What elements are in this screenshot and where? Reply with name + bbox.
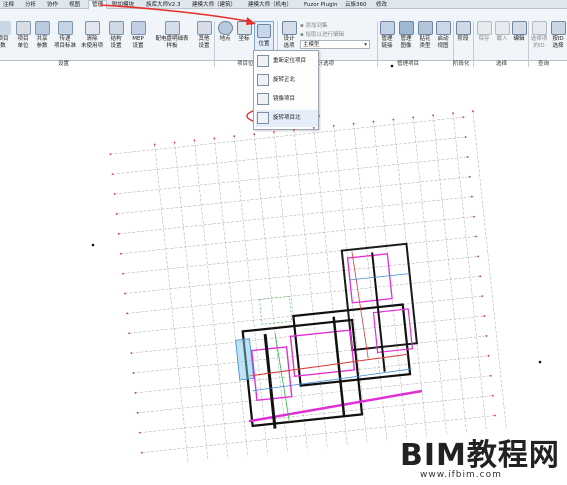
grid-bubble	[332, 124, 335, 127]
grid-bubble	[479, 275, 482, 278]
drawing-canvas[interactable]	[0, 62, 567, 485]
grid-bubble	[138, 431, 141, 434]
grid-line-vertical[interactable]	[174, 142, 209, 461]
grid-line-vertical[interactable]	[413, 117, 447, 436]
grid-bubble	[140, 451, 143, 454]
grid-lines	[109, 110, 507, 463]
grid-bubble	[117, 232, 120, 235]
grid-bubble	[293, 129, 295, 131]
grid-bubble	[119, 252, 122, 255]
floor-plan-group	[109, 110, 507, 463]
grid-bubble	[128, 332, 131, 335]
grid-bubble	[312, 126, 315, 129]
grid-bubble	[136, 411, 139, 414]
grid-line-horizontal[interactable]	[127, 276, 481, 314]
grid-bubble	[109, 153, 112, 156]
grid-bubble	[126, 312, 129, 315]
grid-bubble	[470, 195, 473, 198]
grid-line-horizontal[interactable]	[118, 196, 472, 235]
grid-line-vertical[interactable]	[472, 111, 507, 430]
grid-bubble	[475, 235, 477, 238]
grid-bubble	[452, 112, 454, 115]
grid-bubble	[468, 175, 471, 178]
grid-bubble	[113, 193, 116, 195]
grid-line-horizontal[interactable]	[120, 216, 474, 254]
grid-bubble	[352, 122, 355, 125]
grid-bubble	[134, 392, 137, 394]
grid-bubble	[273, 131, 275, 133]
elevation-marker	[390, 64, 394, 68]
grid-bubble	[466, 156, 469, 158]
grid-bubble	[473, 215, 475, 218]
grid-line-vertical[interactable]	[253, 134, 288, 453]
building-footprint	[235, 242, 423, 429]
grid-bubble	[372, 120, 375, 123]
grid-bubble	[253, 133, 256, 136]
grid-bubble	[477, 255, 480, 258]
grid-bubble	[481, 295, 484, 298]
grid-line-horizontal[interactable]	[114, 156, 468, 195]
elevation-marker	[91, 243, 95, 247]
annotation-arrow	[99, 4, 253, 23]
grid-bubble	[122, 272, 124, 275]
grid-line-vertical[interactable]	[214, 138, 249, 457]
grid-line-horizontal[interactable]	[139, 395, 493, 433]
grid-bubble	[193, 139, 196, 142]
grid-bubble	[485, 335, 488, 337]
grid-bubble	[483, 315, 486, 317]
grid-bubble	[392, 118, 395, 121]
watermark-brand: BIM教程网	[400, 438, 560, 473]
grid-bubble	[111, 173, 114, 176]
grid-bubble	[213, 137, 216, 140]
grid-bubble	[432, 114, 435, 117]
grid-bubble	[489, 374, 492, 377]
grid-bubble	[115, 213, 118, 215]
elevation-marker	[538, 360, 542, 364]
grid-line-vertical[interactable]	[432, 115, 467, 434]
grid-line-horizontal[interactable]	[116, 176, 470, 215]
grid-line-vertical[interactable]	[154, 144, 189, 463]
grid-bubble	[412, 116, 415, 119]
grid-bubble	[153, 143, 156, 146]
grid-bubble	[130, 352, 133, 355]
grid-line-horizontal[interactable]	[110, 116, 464, 155]
grid-bubble	[233, 135, 236, 138]
grid-bubble	[173, 141, 176, 144]
grid-line-vertical[interactable]	[353, 123, 388, 442]
grid-line-horizontal[interactable]	[137, 375, 491, 414]
grid-bubble	[487, 354, 490, 357]
grid-line-horizontal[interactable]	[112, 136, 466, 175]
grid-line-vertical[interactable]	[293, 129, 328, 449]
grid-bubble	[132, 372, 135, 374]
grid-line-vertical[interactable]	[452, 113, 487, 432]
grid-bubble	[124, 292, 126, 295]
grid-bubble	[462, 116, 465, 119]
grid-bubble	[472, 110, 474, 113]
grid-line-horizontal[interactable]	[125, 256, 479, 294]
grid-bubble	[464, 136, 467, 138]
grid-line-vertical[interactable]	[194, 140, 229, 459]
watermark-url: www.ifbim.com	[420, 470, 502, 480]
grid-bubble	[491, 394, 494, 397]
annotation-arrowhead	[246, 17, 256, 25]
grid-bubble	[493, 414, 496, 417]
grid-line-horizontal[interactable]	[122, 236, 477, 274]
grid-line-vertical[interactable]	[273, 132, 308, 451]
